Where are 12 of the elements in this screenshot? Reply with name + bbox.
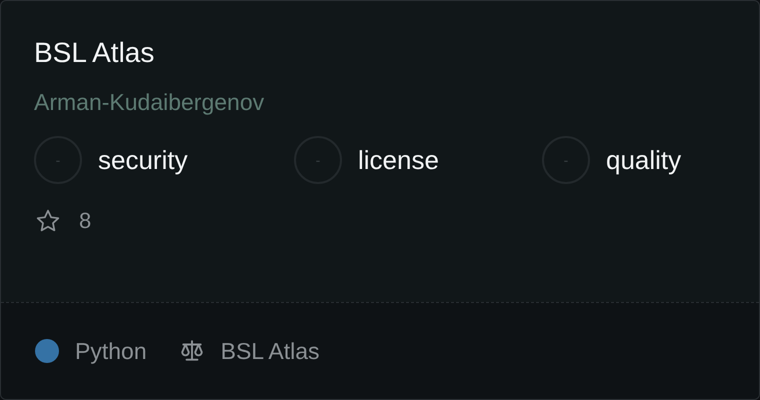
score-ring: - — [542, 136, 590, 184]
repo-owner: Arman-Kudaibergenov — [34, 88, 266, 117]
star-icon — [35, 208, 61, 234]
score-label: license — [358, 144, 439, 176]
star-count: 8 — [79, 208, 92, 234]
score-ring: - — [294, 136, 342, 184]
score-label: security — [98, 144, 188, 176]
score-label: quality — [606, 144, 682, 176]
score-ring: - — [34, 136, 82, 184]
language-label: Python — [75, 338, 147, 364]
license-label: BSL Atlas — [220, 338, 320, 364]
repo-title: BSL Atlas — [34, 36, 156, 70]
